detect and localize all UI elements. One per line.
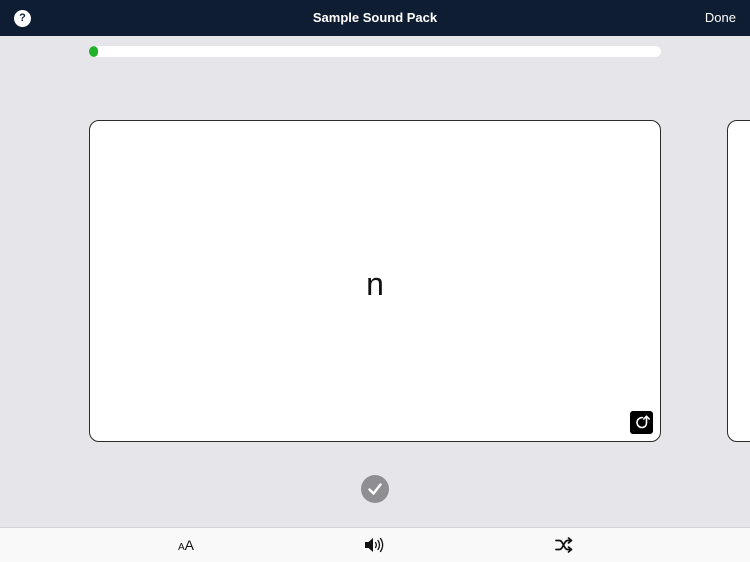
progress-fill <box>89 46 98 57</box>
next-flash-card[interactable] <box>727 120 750 442</box>
shuffle-icon <box>555 537 573 553</box>
page-title: Sample Sound Pack <box>312 10 438 25</box>
app-window: ? Sample Sound Pack Done n AA <box>0 0 750 562</box>
flip-card-button[interactable] <box>630 411 653 434</box>
progress-bar <box>89 46 661 57</box>
navigation-bar: ? Sample Sound Pack Done <box>0 0 750 36</box>
speaker-icon <box>365 537 384 553</box>
font-size-button[interactable]: AA <box>173 528 199 562</box>
flip-card-icon <box>636 415 650 429</box>
font-size-large-icon: A <box>184 537 194 553</box>
card-text: n <box>366 266 384 302</box>
shuffle-button[interactable] <box>553 528 575 562</box>
flash-card[interactable]: n <box>89 120 661 442</box>
bottom-toolbar: AA <box>0 527 750 562</box>
check-button[interactable] <box>361 475 389 503</box>
checkmark-icon <box>368 483 382 495</box>
help-button[interactable]: ? <box>14 10 31 27</box>
sound-button[interactable] <box>362 528 388 562</box>
font-size-small-icon: A <box>177 542 185 553</box>
done-button[interactable]: Done <box>705 0 736 36</box>
help-icon: ? <box>19 12 26 24</box>
